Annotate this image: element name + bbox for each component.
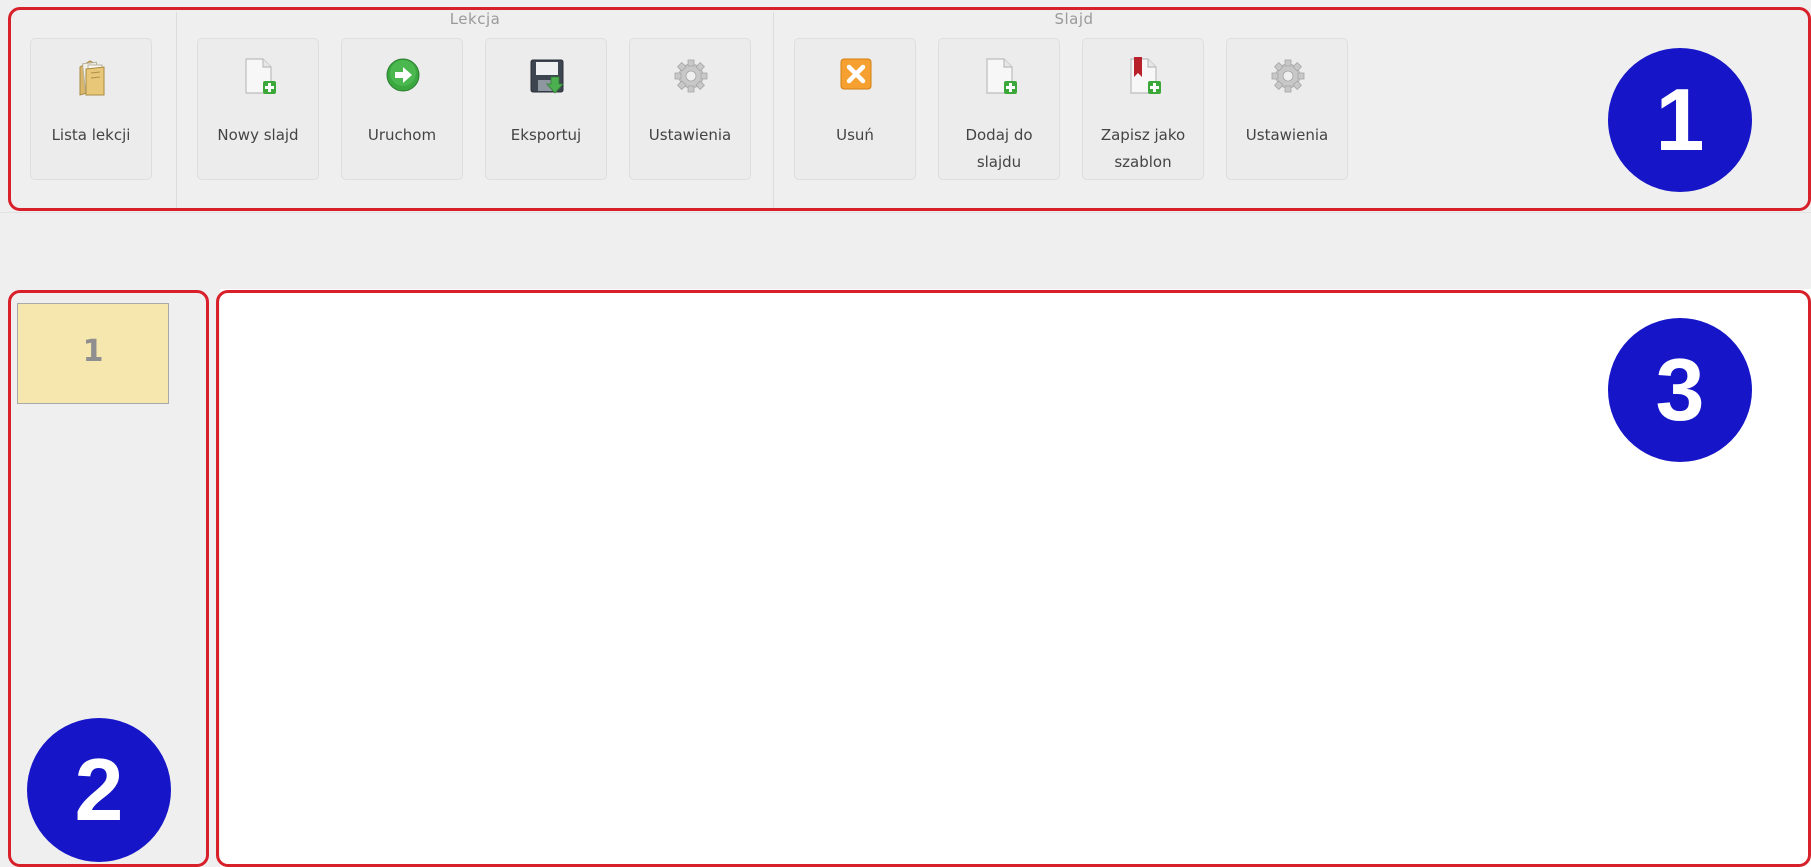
slajd-group-title: Slajd bbox=[1054, 10, 1094, 28]
settings-icon bbox=[1270, 57, 1306, 97]
run-icon bbox=[385, 57, 421, 97]
run-label: Uruchom bbox=[367, 126, 437, 144]
add-to-slide-button[interactable]: Dodaj do slajdu bbox=[938, 38, 1060, 180]
save-as-template-label: Zapisz jako szablon bbox=[1100, 126, 1186, 171]
new-slide-button[interactable]: Nowy slajd bbox=[197, 38, 319, 180]
new-slide-label: Nowy slajd bbox=[217, 126, 299, 144]
folder-icon bbox=[74, 57, 110, 97]
toolbar: Lista lekcji Lekcja Nowy slajd Uruchom E… bbox=[0, 0, 1811, 213]
slajd-settings-label: Ustawienia bbox=[1245, 126, 1329, 144]
lekcja-settings-label: Ustawienia bbox=[648, 126, 732, 144]
delete-icon bbox=[838, 57, 874, 97]
save-as-template-icon bbox=[1126, 57, 1162, 97]
lesson-list-button[interactable]: Lista lekcji bbox=[30, 38, 152, 180]
run-button[interactable]: Uruchom bbox=[341, 38, 463, 180]
new-slide-icon bbox=[241, 57, 277, 97]
marker-3: 3 bbox=[1608, 318, 1752, 462]
add-to-slide-label: Dodaj do slajdu bbox=[965, 126, 1033, 171]
save-as-template-button[interactable]: Zapisz jako szablon bbox=[1082, 38, 1204, 180]
slide-thumbnail[interactable]: 1 bbox=[17, 303, 169, 404]
slajd-group: Slajd Usuń Dodaj do slajdu Zapisz jako s… bbox=[774, 0, 1374, 210]
export-button[interactable]: Eksportuj bbox=[485, 38, 607, 180]
add-to-slide-icon bbox=[982, 57, 1018, 97]
delete-button[interactable]: Usuń bbox=[794, 38, 916, 180]
lekcja-group-title: Lekcja bbox=[449, 10, 501, 28]
slajd-settings-button[interactable]: Ustawienia bbox=[1226, 38, 1348, 180]
marker-2: 2 bbox=[27, 718, 171, 862]
export-label: Eksportuj bbox=[510, 126, 582, 144]
slide-canvas[interactable] bbox=[220, 289, 1811, 867]
marker-1: 1 bbox=[1608, 48, 1752, 192]
settings-icon bbox=[673, 57, 709, 97]
lekcja-group: Lekcja Nowy slajd Uruchom Eksportuj Usta… bbox=[177, 0, 773, 210]
export-icon bbox=[529, 57, 565, 97]
delete-label: Usuń bbox=[836, 126, 874, 144]
lesson-list-label: Lista lekcji bbox=[51, 126, 131, 144]
lesson-list-group: Lista lekcji bbox=[0, 0, 176, 210]
lekcja-settings-button[interactable]: Ustawienia bbox=[629, 38, 751, 180]
